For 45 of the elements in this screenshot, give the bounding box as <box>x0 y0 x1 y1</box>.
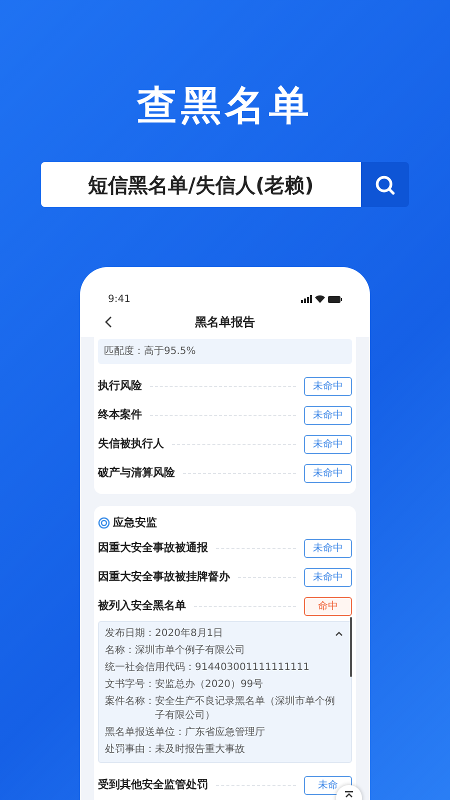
result-badge: 未命中 <box>304 377 352 396</box>
check-item-label: 因重大安全事故被挂牌督办 <box>98 569 230 586</box>
check-item-label: 终本案件 <box>98 407 142 424</box>
result-badge: 未命中 <box>304 435 352 454</box>
detail-label: 处罚事由： <box>105 743 155 757</box>
result-badge: 未命中 <box>304 464 352 483</box>
detail-value: 914403001111111111 <box>195 661 310 675</box>
check-item-label: 失信被执行人 <box>98 436 164 452</box>
check-item-label: 受到其他安全监管处罚 <box>98 777 208 794</box>
detail-label: 发布日期： <box>105 627 155 641</box>
check-item-label: 因重大安全事故被通报 <box>98 540 208 556</box>
signal-icon <box>301 295 312 303</box>
collapse-icon[interactable] <box>335 631 343 636</box>
result-badge: 未命中 <box>304 406 352 425</box>
detail-label: 案件名称： <box>105 695 155 709</box>
result-badge: 命中 <box>304 597 352 616</box>
search-button[interactable] <box>361 162 409 207</box>
battery-icon <box>328 296 342 302</box>
wifi-icon <box>315 295 325 303</box>
target-icon <box>98 517 110 529</box>
headline: 查黑名单 <box>137 86 313 126</box>
back-icon[interactable] <box>104 316 112 328</box>
match-box: 匹配度：高于95.5% <box>98 339 352 364</box>
to-top-icon <box>344 791 354 799</box>
detail-label: 统一社会信用代码： <box>105 661 195 675</box>
detail-label: 文书字号： <box>105 678 155 692</box>
section-title: 应急安监 <box>113 514 157 531</box>
search-field[interactable]: 短信黑名单/失信人(老赖) <box>41 162 361 207</box>
scrollbar <box>350 617 352 677</box>
search-icon <box>374 174 396 196</box>
result-badge: 未命中 <box>304 539 352 558</box>
detail-label: 黑名单报送单位： <box>105 726 185 740</box>
page-title: 黑名单报告 <box>195 314 255 331</box>
detail-value: 深圳市单个例子有限公司 <box>135 644 245 658</box>
detail-value: 安全生产不良记录黑名单（深圳市单个例子有限公司） <box>155 695 336 723</box>
status-time: 9:41 <box>108 292 130 306</box>
check-item-label: 破产与清算风险 <box>98 465 175 482</box>
detail-value: 安监总办（2020）99号 <box>155 678 264 692</box>
detail-value: 未及时报告重大事故 <box>155 743 245 757</box>
detail-value: 2020年8月1日 <box>155 627 224 641</box>
result-badge: 未命中 <box>304 568 352 587</box>
detail-label: 名称： <box>105 644 135 658</box>
check-item-label: 被列入安全黑名单 <box>98 598 186 614</box>
detail-value: 广东省应急管理厅 <box>185 726 265 740</box>
check-item-label: 执行风险 <box>98 378 142 394</box>
